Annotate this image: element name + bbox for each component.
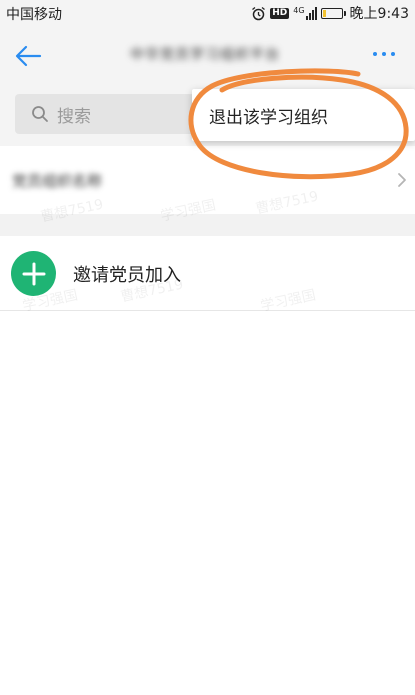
status-icons: HD 4G 晚上9:43 <box>251 3 409 23</box>
hd-icon: HD <box>270 7 290 19</box>
more-button[interactable] <box>369 44 399 64</box>
section-divider <box>0 214 415 236</box>
search-icon <box>31 105 49 123</box>
battery-icon <box>320 7 346 19</box>
menu-item-leave-organization[interactable]: 退出该学习组织 <box>192 89 415 141</box>
back-button[interactable] <box>12 40 44 72</box>
status-bar: 中国移动 HD 4G 晚上9:43 <box>0 0 415 26</box>
arrow-left-icon <box>15 45 42 67</box>
clock-label: 晚上9:43 <box>349 6 409 22</box>
plus-icon <box>11 251 56 296</box>
app-header: 中华党员学习组织平台 <box>0 26 415 86</box>
overflow-menu: 退出该学习组织 <box>192 89 415 141</box>
network-type-label: 4G <box>293 6 305 15</box>
page-title: 中华党员学习组织平台 <box>130 47 280 63</box>
invite-members-row[interactable]: 邀请党员加入 <box>0 236 415 311</box>
alarm-icon <box>252 6 266 20</box>
organization-row[interactable]: 党员组织名称 <box>0 146 415 214</box>
chevron-right-icon <box>398 173 406 187</box>
search-placeholder: 搜索 <box>57 106 91 127</box>
battery-fill <box>322 9 326 17</box>
more-dots-icon <box>373 52 395 56</box>
carrier-label: 中国移动 <box>6 7 62 23</box>
organization-name: 党员组织名称 <box>12 172 103 190</box>
invite-members-label: 邀请党员加入 <box>73 265 181 286</box>
signal-icon: 4G <box>293 6 317 20</box>
